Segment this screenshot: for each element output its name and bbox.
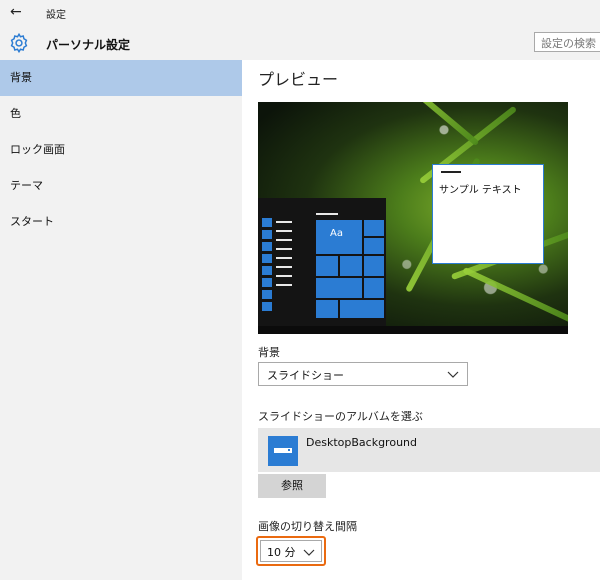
album-label: スライドショーのアルバムを選ぶ (258, 410, 423, 423)
background-dropdown-value: スライドショー (267, 369, 344, 382)
sidebar-item-colors[interactable]: 色 (0, 96, 242, 132)
background-dropdown[interactable]: スライドショー (258, 362, 468, 386)
chevron-down-icon (447, 371, 459, 378)
preview-tile-label: Aa (316, 220, 362, 254)
window-title: 設定 (46, 10, 66, 21)
main-content: プレビュー Aa サンプル テキスト 背景 スライドショー スライドショーのアル… (242, 60, 600, 580)
sidebar-item-start[interactable]: スタート (0, 204, 242, 240)
sidebar-item-themes[interactable]: テーマ (0, 168, 242, 204)
preview-taskbar (258, 326, 568, 334)
preview-start-menu: Aa (258, 198, 386, 332)
sidebar-item-lock-screen[interactable]: ロック画面 (0, 132, 242, 168)
chevron-down-icon (303, 549, 315, 556)
interval-dropdown-highlight: 10 分 (256, 536, 326, 566)
browse-button[interactable]: 参照 (258, 474, 326, 498)
gear-icon (10, 32, 28, 54)
interval-value: 10 分 (267, 546, 296, 559)
interval-label: 画像の切り替え間隔 (258, 520, 357, 533)
background-label: 背景 (258, 346, 280, 359)
sample-text: サンプル テキスト (439, 185, 522, 196)
sidebar-item-background[interactable]: 背景 (0, 60, 242, 96)
album-folder-icon (268, 436, 298, 466)
back-arrow-icon[interactable]: ← (10, 4, 22, 20)
preview-heading: プレビュー (258, 70, 339, 89)
preview-sample-window: サンプル テキスト (432, 164, 544, 264)
header: パーソナル設定 設定の検索 (0, 26, 600, 60)
page-title: パーソナル設定 (46, 38, 131, 52)
interval-dropdown[interactable]: 10 分 (260, 540, 322, 562)
search-input[interactable]: 設定の検索 (534, 32, 600, 52)
album-name: DesktopBackground (306, 436, 417, 449)
desktop-preview: Aa サンプル テキスト (258, 102, 568, 334)
album-item[interactable]: DesktopBackground (258, 428, 600, 472)
title-bar: ← 設定 (0, 0, 600, 26)
sidebar: 背景 色 ロック画面 テーマ スタート (0, 60, 242, 580)
